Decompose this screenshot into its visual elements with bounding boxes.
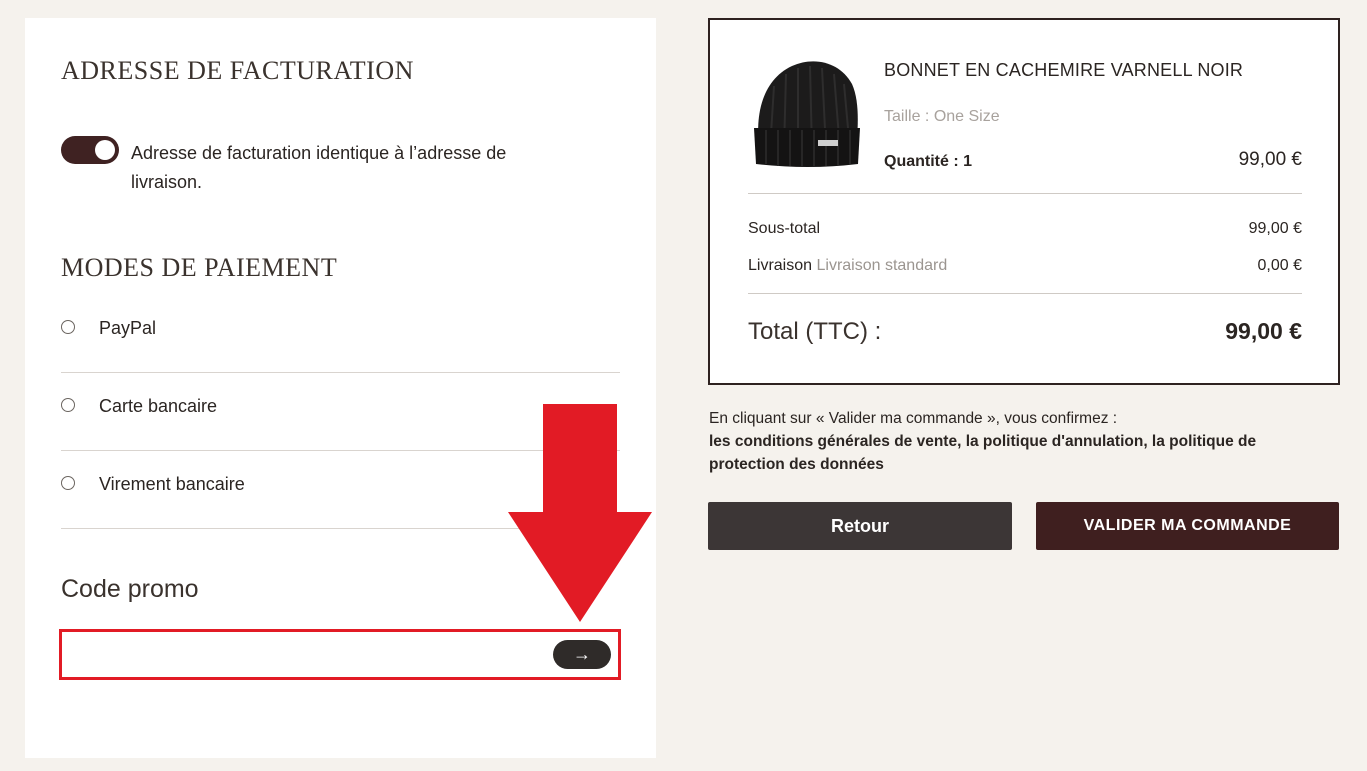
payment-label: Carte bancaire xyxy=(99,396,218,416)
payment-label: PayPal xyxy=(99,318,157,338)
size-value: One Size xyxy=(933,108,1000,125)
validate-order-button[interactable]: VALIDER MA COMMANDE xyxy=(1036,502,1339,550)
total-value: 99,00 € xyxy=(1225,318,1302,344)
radio-paypal[interactable] xyxy=(61,320,75,334)
terms-links[interactable]: les conditions générales de vente, la po… xyxy=(709,430,1329,476)
total-label: Total (TTC) : xyxy=(748,318,882,345)
same-address-toggle[interactable] xyxy=(61,136,119,164)
divider xyxy=(748,293,1302,294)
subtotal-value: 99,00 € xyxy=(1248,220,1302,237)
divider xyxy=(748,193,1302,194)
red-pointer-arrow-icon xyxy=(508,404,652,622)
subtotal-label: Sous-total xyxy=(748,220,821,237)
back-button[interactable]: Retour xyxy=(708,502,1012,550)
product-size: Taille : One Size xyxy=(884,108,1000,126)
product-name: BONNET EN CACHEMIRE VARNELL NOIR xyxy=(884,60,1244,80)
arrow-right-icon: → xyxy=(573,644,591,664)
promo-field-highlight: → xyxy=(59,629,621,680)
promo-input[interactable] xyxy=(68,638,542,672)
radio-card[interactable] xyxy=(61,398,75,412)
toggle-knob xyxy=(95,140,115,160)
same-address-label: Adresse de facturation identique à l’adr… xyxy=(131,143,507,192)
checkout-form-panel: ADRESSE DE FACTURATION Adresse de factur… xyxy=(25,18,656,758)
beanie-image xyxy=(754,61,860,167)
product-quantity: Quantité : 1 xyxy=(884,153,972,171)
qty-label: Quantité : xyxy=(884,153,959,170)
order-summary: BONNET EN CACHEMIRE VARNELL NOIR Taille … xyxy=(708,18,1340,385)
billing-title: ADRESSE DE FACTURATION xyxy=(61,56,414,85)
radio-transfer[interactable] xyxy=(61,476,75,490)
payment-title: MODES DE PAIEMENT xyxy=(61,253,338,282)
promo-submit-button[interactable]: → xyxy=(553,640,611,669)
shipping-method: Livraison standard xyxy=(816,257,948,274)
terms-intro: En cliquant sur « Valider ma commande »,… xyxy=(709,410,1118,427)
shipping-row: Livraison Livraison standard xyxy=(748,257,947,275)
terms-notice: En cliquant sur « Valider ma commande »,… xyxy=(709,407,1329,476)
size-label: Taille : xyxy=(884,108,930,125)
qty-value: 1 xyxy=(963,153,973,170)
payment-label: Virement bancaire xyxy=(99,474,245,494)
payment-option-paypal[interactable]: PayPal xyxy=(61,294,620,373)
shipping-value: 0,00 € xyxy=(1257,257,1302,274)
shipping-label: Livraison xyxy=(748,257,813,274)
promo-title: Code promo xyxy=(61,575,199,603)
product-price: 99,00 € xyxy=(1238,149,1302,170)
